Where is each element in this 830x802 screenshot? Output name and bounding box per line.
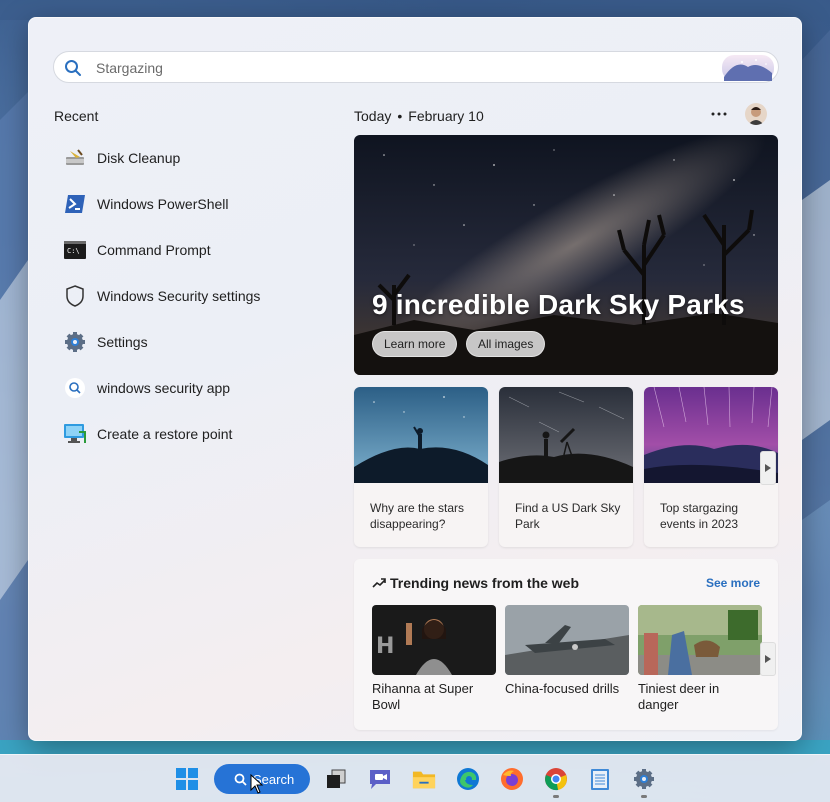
teams-chat-icon [370, 770, 390, 789]
card-dark-sky-park[interactable]: Find a US Dark Sky Park [499, 387, 633, 547]
search-box[interactable] [53, 51, 779, 83]
firefox-button[interactable] [500, 767, 524, 791]
recent-item-label: Windows Security settings [97, 288, 261, 304]
recent-item-label: windows security app [97, 380, 231, 396]
today-date: February 10 [408, 108, 484, 124]
task-view-icon [327, 769, 346, 788]
today-header: Today • February 10 [354, 108, 484, 124]
file-explorer-icon [412, 771, 436, 789]
news-item-china-drills[interactable]: China-focused drills [505, 605, 629, 697]
gear-icon [63, 330, 87, 354]
chrome-running-indicator [553, 795, 559, 798]
news-text: Tiniest deer in danger [638, 681, 720, 712]
search-input[interactable] [96, 57, 696, 79]
notepad-icon [591, 769, 609, 790]
today-label: Today [354, 108, 392, 124]
start-button[interactable] [175, 767, 199, 791]
card-stargazing-events[interactable]: Top stargazing events in 2023 [644, 387, 778, 547]
search-highlight-image[interactable] [722, 55, 774, 81]
news-image: H [372, 605, 496, 675]
settings-button[interactable] [632, 767, 656, 791]
firefox-icon [501, 768, 523, 790]
news-item-rihanna[interactable]: H Rihanna at Super Bowl [372, 605, 496, 713]
trending-arrow-icon [372, 578, 386, 588]
recent-item-windows-security-settings[interactable]: Windows Security settings [57, 276, 327, 316]
recent-item-windows-security-app[interactable]: windows security app [57, 368, 327, 408]
recent-item-label: Settings [97, 334, 148, 350]
see-more-link[interactable]: See more [706, 576, 760, 590]
card-stars-disappearing[interactable]: Why are the stars disappearing? [354, 387, 488, 547]
cards-scroll-right-button[interactable] [760, 451, 776, 485]
card-image-person-on-hill [354, 387, 488, 483]
powershell-icon [63, 192, 87, 216]
system-restore-icon [63, 422, 87, 446]
card-image-star-trails [644, 387, 778, 483]
news-scroll-right-button[interactable] [760, 642, 776, 676]
news-text: China-focused drills [505, 681, 620, 696]
today-separator: • [397, 108, 403, 124]
recent-item-disk-cleanup[interactable]: Disk Cleanup [57, 138, 327, 178]
taskbar: Search [0, 754, 830, 802]
start-icon [176, 768, 198, 790]
news-image [638, 605, 762, 675]
command-prompt-icon: C:\ [63, 238, 87, 262]
recent-item-create-restore-point[interactable]: Create a restore point [57, 414, 327, 454]
news-item-tiniest-deer[interactable]: Tiniest deer in danger [638, 605, 762, 713]
edge-icon [457, 768, 479, 790]
search-icon [234, 773, 247, 786]
news-text: Rihanna at Super Bowl [372, 681, 474, 712]
recent-item-label: Create a restore point [97, 426, 233, 442]
edge-button[interactable] [456, 767, 480, 791]
more-options-button[interactable] [709, 104, 729, 124]
hero-title: 9 incredible Dark Sky Parks [372, 289, 745, 320]
shield-icon [63, 284, 87, 308]
all-images-button[interactable]: All images [466, 331, 546, 357]
trending-news-section: Trending news from the web See more H Ri… [354, 559, 778, 730]
chevron-right-icon [765, 464, 771, 472]
recent-item-powershell[interactable]: Windows PowerShell [57, 184, 327, 224]
recent-item-settings[interactable]: Settings [57, 322, 327, 362]
user-avatar-icon [745, 103, 767, 125]
task-view-button[interactable] [324, 767, 348, 791]
avatar[interactable] [745, 103, 767, 125]
news-image [505, 605, 629, 675]
recent-item-label: Windows PowerShell [97, 196, 229, 212]
mouse-pointer-icon [250, 774, 264, 794]
trending-title: Trending news from the web [390, 575, 580, 591]
search-panel: Recent Disk Cleanup Windows PowerShell C… [28, 17, 802, 741]
recent-item-label: Command Prompt [97, 242, 211, 258]
learn-more-button[interactable]: Learn more [372, 331, 458, 357]
card-text: Find a US Dark Sky Park [515, 501, 621, 531]
notepad-button[interactable] [588, 767, 612, 791]
chevron-right-icon [765, 655, 771, 663]
svg-text:H: H [376, 634, 394, 659]
card-text: Why are the stars disappearing? [370, 501, 465, 531]
ellipsis-icon [711, 112, 727, 116]
recent-item-label: Disk Cleanup [97, 150, 181, 166]
chrome-icon [545, 768, 567, 791]
recent-heading: Recent [54, 108, 99, 124]
settings-running-indicator [641, 795, 647, 798]
search-icon [63, 376, 87, 400]
card-image-telescope [499, 387, 633, 483]
svg-text:C:\: C:\ [67, 247, 80, 255]
chrome-button[interactable] [544, 767, 568, 791]
file-explorer-button[interactable] [412, 767, 436, 791]
teams-chat-button[interactable] [368, 767, 392, 791]
hero-card[interactable]: 9 incredible Dark Sky Parks Learn more A… [354, 135, 778, 375]
recent-item-command-prompt[interactable]: C:\ Command Prompt [57, 230, 327, 270]
trending-heading: Trending news from the web [372, 575, 579, 591]
settings-gear-icon [634, 769, 654, 789]
search-icon [65, 60, 81, 76]
card-text: Top stargazing events in 2023 [660, 501, 739, 531]
disk-cleanup-icon [63, 146, 87, 170]
